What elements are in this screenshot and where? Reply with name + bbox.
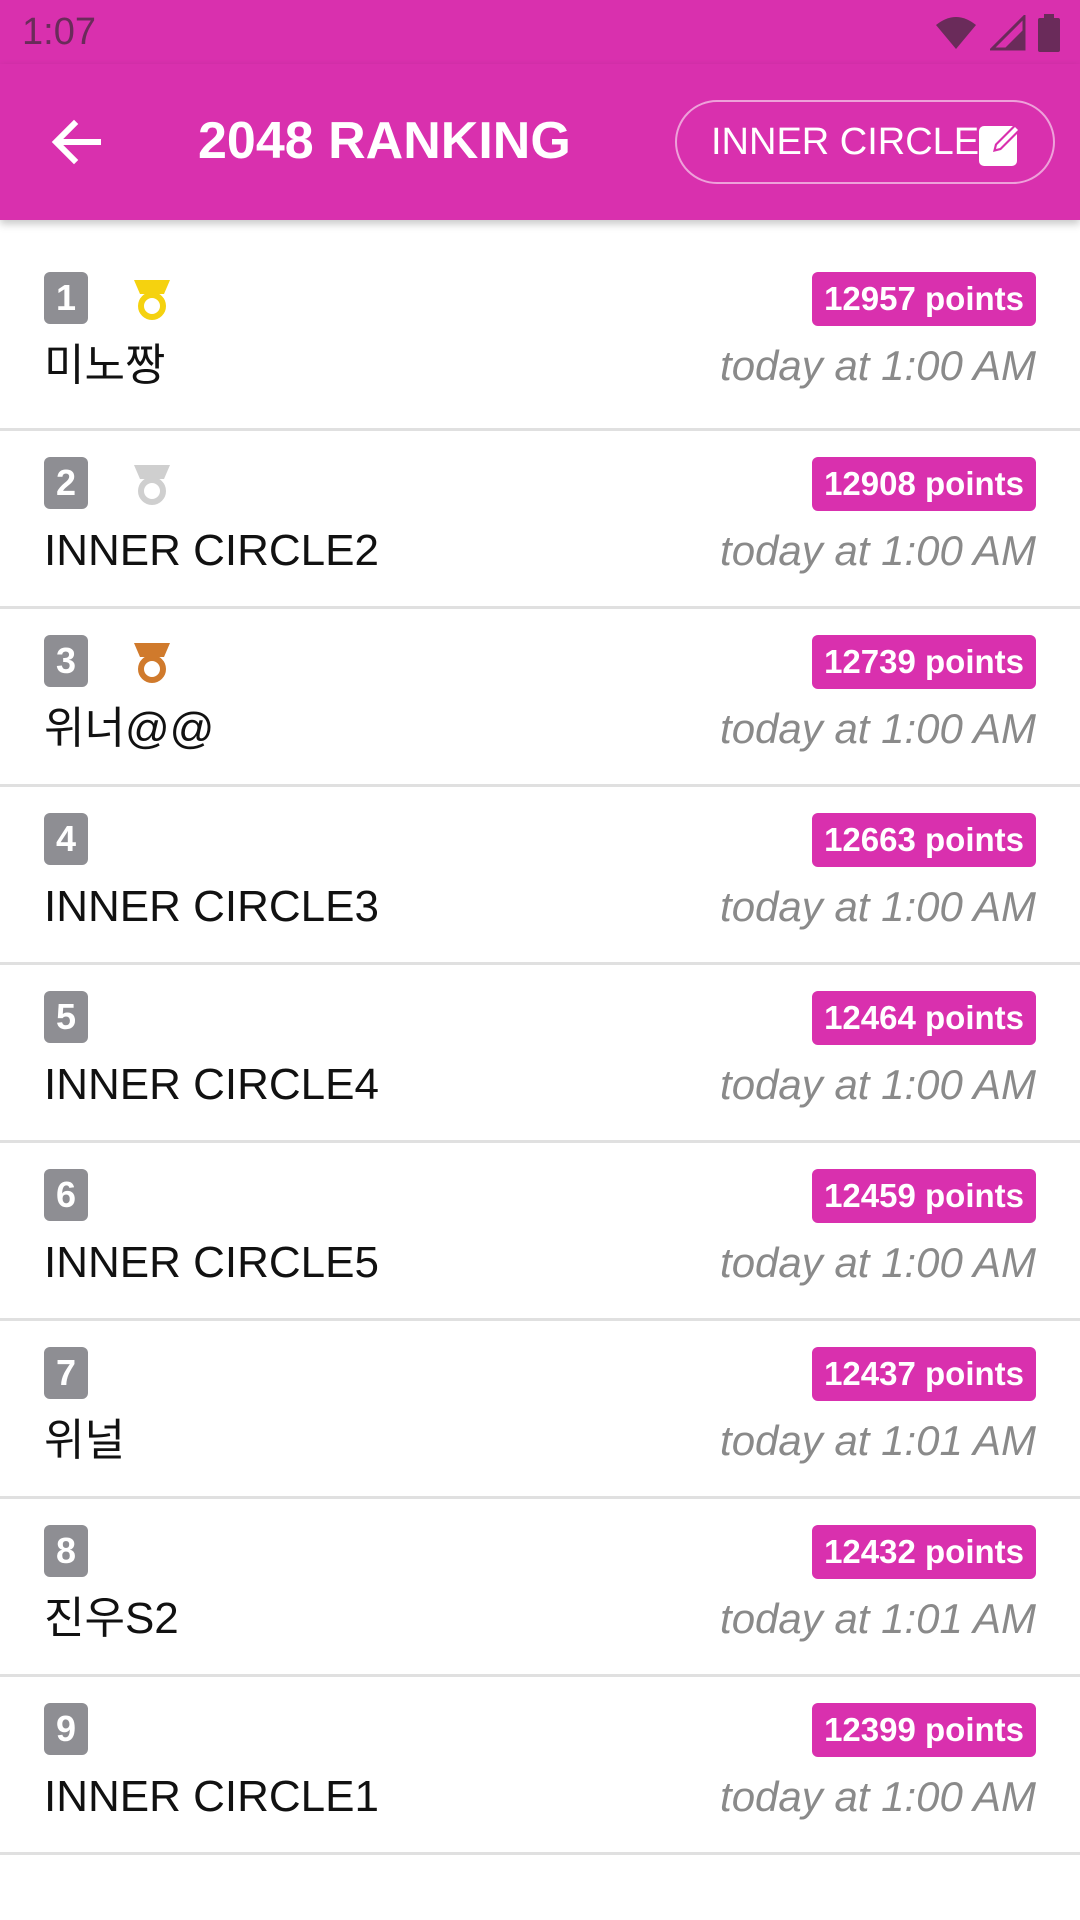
- ranking-row[interactable]: 3 위너@@ 12739 points today at 1:00 AM: [0, 609, 1080, 787]
- rank-badge: 2: [44, 457, 88, 509]
- ranking-row-content: 6 INNER CIRCLE5 12459 points today at 1:00 …: [0, 1169, 1080, 1289]
- ranking-row[interactable]: 9 INNER CIRCLE1 12399 points today at 1:00 …: [0, 1677, 1080, 1855]
- rank-badge: 6: [44, 1169, 88, 1221]
- score-time: today at 1:01 AM: [720, 1417, 1036, 1464]
- points-badge: 12437 points: [812, 1347, 1036, 1401]
- ranking-row[interactable]: 8 진우S2 12432 points today at 1:01 AM: [0, 1499, 1080, 1677]
- arrow-back-icon: [51, 119, 101, 165]
- status-time: 1:07: [22, 11, 96, 53]
- player-name: INNER CIRCLE5: [44, 1238, 379, 1287]
- ranking-row[interactable]: 5 INNER CIRCLE4 12464 points today at 1:00 …: [0, 965, 1080, 1143]
- gold-medal-icon: [130, 278, 174, 322]
- ranking-row-content: 3 위너@@ 12739 points today at 1:00 AM: [0, 635, 1080, 755]
- rank-badge: 9: [44, 1703, 88, 1755]
- points-badge: 12459 points: [812, 1169, 1036, 1223]
- page-title: 2048 RANKING: [198, 112, 571, 170]
- score-time: today at 1:00 AM: [720, 1061, 1036, 1108]
- signal-icon: [990, 15, 1026, 51]
- rank-badge: 1: [44, 272, 88, 324]
- ranking-row[interactable]: 1 미노짱 12957 points today at 1:00 AM: [0, 220, 1080, 431]
- ranking-row[interactable]: 2 INNER CIRCLE2 12908 points today at 1:00 …: [0, 431, 1080, 609]
- ranking-row[interactable]: 7 위널 12437 points today at 1:01 AM: [0, 1321, 1080, 1499]
- player-name: INNER CIRCLE3: [44, 882, 379, 931]
- points-badge: 12464 points: [812, 991, 1036, 1045]
- rank-badge: 5: [44, 991, 88, 1043]
- player-name: 진우S2: [44, 1594, 179, 1643]
- points-badge: 12739 points: [812, 635, 1036, 689]
- rank-badge: 8: [44, 1525, 88, 1577]
- points-badge: 12399 points: [812, 1703, 1036, 1757]
- silver-medal-icon: [130, 463, 174, 507]
- rank-badge: 3: [44, 635, 88, 687]
- ranking-list: 1 미노짱 12957 points today at 1:00 AM 2 INNER C…: [0, 220, 1080, 1855]
- ranking-row[interactable]: 6 INNER CIRCLE5 12459 points today at 1:00 …: [0, 1143, 1080, 1321]
- score-time: today at 1:00 AM: [720, 705, 1036, 752]
- ranking-row[interactable]: 4 INNER CIRCLE3 12663 points today at 1:00 …: [0, 787, 1080, 965]
- wifi-icon: [936, 17, 976, 49]
- ranking-row-content: 2 INNER CIRCLE2 12908 points today at 1:00 …: [0, 457, 1080, 577]
- ranking-row-content: 9 INNER CIRCLE1 12399 points today at 1:00 …: [0, 1703, 1080, 1823]
- score-time: today at 1:00 AM: [720, 527, 1036, 574]
- points-badge: 12957 points: [812, 272, 1036, 326]
- rank-badge: 7: [44, 1347, 88, 1399]
- score-time: today at 1:00 AM: [720, 883, 1036, 930]
- inner-circle-button-label: INNER CIRCLE: [711, 121, 980, 163]
- rank-badge: 4: [44, 813, 88, 865]
- score-time: today at 1:01 AM: [720, 1595, 1036, 1642]
- ranking-row-content: 7 위널 12437 points today at 1:01 AM: [0, 1347, 1080, 1467]
- player-name: INNER CIRCLE1: [44, 1772, 379, 1821]
- ranking-row-content: 4 INNER CIRCLE3 12663 points today at 1:00 …: [0, 813, 1080, 933]
- points-badge: 12432 points: [812, 1525, 1036, 1579]
- player-name: INNER CIRCLE4: [44, 1060, 379, 1109]
- status-icons: [934, 14, 1060, 52]
- battery-icon: [1038, 14, 1060, 52]
- player-name: INNER CIRCLE2: [44, 526, 379, 575]
- ranking-row-content: 8 진우S2 12432 points today at 1:01 AM: [0, 1525, 1080, 1645]
- score-time: today at 1:00 AM: [720, 1239, 1036, 1286]
- points-badge: 12908 points: [812, 457, 1036, 511]
- inner-circle-button[interactable]: INNER CIRCLE: [675, 100, 1055, 184]
- ranking-row-content: 1 미노짱 12957 points today at 1:00 AM: [0, 272, 1080, 392]
- player-name: 위너@@: [44, 704, 215, 753]
- score-time: today at 1:00 AM: [720, 342, 1036, 389]
- status-bar: 1:07: [0, 0, 1080, 64]
- points-badge: 12663 points: [812, 813, 1036, 867]
- bronze-medal-icon: [130, 641, 174, 685]
- ranking-row-content: 5 INNER CIRCLE4 12464 points today at 1:00 …: [0, 991, 1080, 1111]
- back-button[interactable]: [30, 104, 122, 180]
- player-name: 위널: [44, 1416, 125, 1465]
- player-name: 미노짱: [44, 341, 166, 390]
- edit-icon: [979, 124, 1021, 166]
- score-time: today at 1:00 AM: [720, 1773, 1036, 1820]
- app-bar: 2048 RANKING INNER CIRCLE: [0, 64, 1080, 220]
